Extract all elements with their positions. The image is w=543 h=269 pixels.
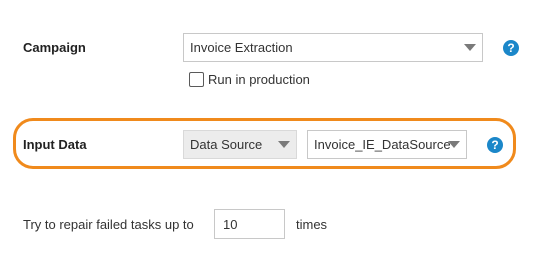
- campaign-label: Campaign: [23, 40, 86, 55]
- source-type-select[interactable]: Data Source: [183, 130, 297, 159]
- campaign-select[interactable]: Invoice Extraction: [183, 33, 483, 62]
- repair-prefix-label: Try to repair failed tasks up to: [23, 217, 194, 232]
- input-data-help-icon[interactable]: ?: [487, 137, 503, 153]
- data-source-select[interactable]: Invoice_IE_DataSource: [307, 130, 467, 159]
- run-in-production-checkbox[interactable]: [189, 72, 204, 87]
- campaign-help-icon[interactable]: ?: [503, 40, 519, 56]
- repair-suffix-label: times: [296, 217, 328, 232]
- repair-attempts-input[interactable]: [214, 209, 285, 239]
- campaign-select-value: Invoice Extraction: [190, 40, 293, 55]
- chevron-down-icon: [448, 141, 460, 148]
- data-source-value: Invoice_IE_DataSource: [314, 137, 451, 152]
- chevron-down-icon: [278, 141, 290, 148]
- chevron-down-icon: [464, 44, 476, 51]
- source-type-value: Data Source: [190, 137, 263, 152]
- input-data-label: Input Data: [23, 137, 87, 152]
- run-in-production-label: Run in production: [208, 72, 310, 87]
